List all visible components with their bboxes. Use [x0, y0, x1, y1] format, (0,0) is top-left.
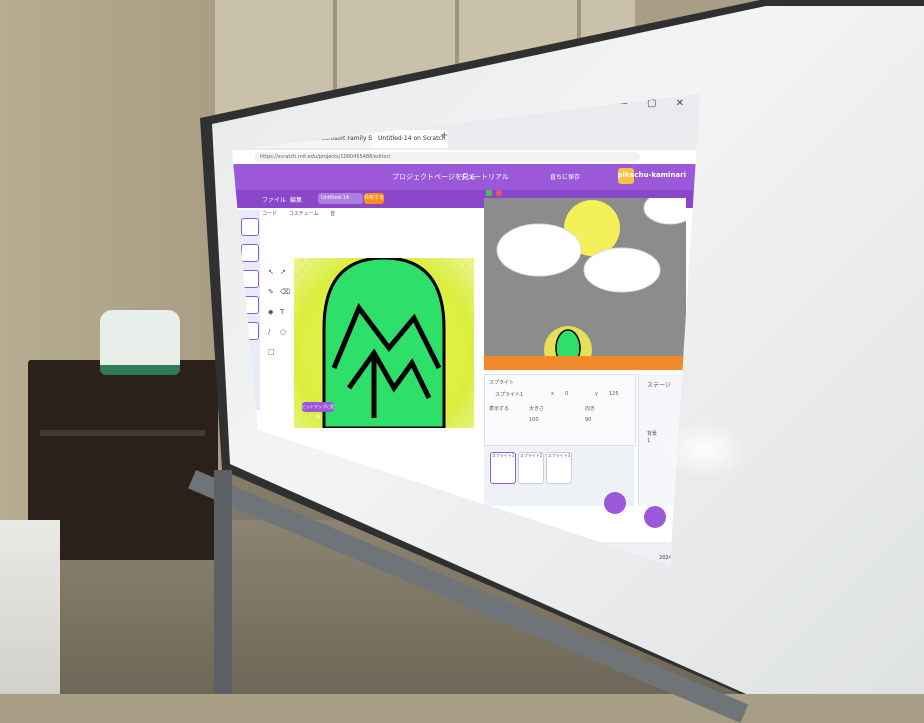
tab-sounds[interactable]: 音 [330, 211, 335, 217]
browser-tab-active[interactable]: Untitled-14 on Scratch [372, 130, 448, 148]
text-tool-icon[interactable]: T [280, 308, 284, 316]
select-tool-icon[interactable]: ↖ [268, 268, 274, 276]
editor-tabs: コード コスチューム 音 [262, 210, 462, 220]
x-label: x [551, 391, 554, 397]
cloud-shape [643, 198, 686, 225]
convert-bitmap-button[interactable]: ビットマップに変換 [302, 402, 334, 419]
projector-glare [660, 420, 750, 480]
sprite-name-input[interactable]: スプライト1 [495, 391, 523, 398]
cloud-shape [496, 223, 582, 277]
sprite-tile-selected[interactable]: スプライト1 [490, 452, 516, 484]
rect-tool-icon[interactable]: □ [268, 348, 275, 356]
fill-tool-icon[interactable]: ◆ [268, 308, 273, 316]
stage-scene [496, 198, 686, 370]
new-tab-button[interactable]: + [440, 130, 448, 141]
circle-tool-icon[interactable]: ○ [280, 328, 286, 336]
add-sprite-button[interactable] [604, 492, 626, 514]
tab-code[interactable]: コード [262, 211, 277, 217]
eraser-tool-icon[interactable]: ⌫ [280, 288, 290, 296]
stage-preview[interactable] [484, 198, 686, 370]
reshape-tool-icon[interactable]: ↗ [280, 268, 286, 276]
paint-toolbar [262, 222, 462, 262]
costume-thumbnail[interactable] [241, 218, 259, 236]
sprite-tile[interactable]: スプライト2 [518, 452, 544, 484]
x-input[interactable]: 0 [565, 391, 568, 397]
share-button[interactable]: 共有する [364, 193, 384, 204]
line-tool-icon[interactable]: / [268, 328, 270, 336]
sprite-info-panel: スプライト スプライト1 x 0 y 125 表示する 大きさ 100 向き 9… [484, 374, 636, 446]
paint-tools: ↖ ↗ ✎ ⌫ ◆ T / ○ □ [266, 264, 290, 414]
show-label: 表示する [489, 406, 510, 412]
bags-stack [0, 520, 60, 694]
sprite-tile[interactable]: スプライト3 [546, 452, 572, 484]
project-title-input[interactable]: Untitled-14 [318, 193, 363, 204]
brush-tool-icon[interactable]: ✎ [268, 288, 274, 296]
stop-icon[interactable] [496, 190, 502, 196]
tutorial-link[interactable]: チュートリアル [460, 172, 509, 182]
size-input[interactable]: 100 [529, 417, 539, 423]
stage-ground [484, 356, 686, 370]
sprite-label: スプライト [489, 380, 515, 386]
save-now-link[interactable]: 直ちに保存 [550, 172, 580, 181]
y-label: y [595, 391, 598, 397]
address-bar[interactable]: https://scratch.mit.edu/projects/1090455… [254, 152, 640, 162]
direction-input[interactable]: 90 [585, 417, 591, 423]
stand-leg [214, 470, 232, 694]
stage-controls [484, 190, 686, 198]
cabinet-shelf [40, 430, 205, 436]
backdrop-count: 1 [647, 438, 651, 444]
add-backdrop-button[interactable] [644, 506, 666, 528]
tote-bag [100, 310, 180, 375]
y-input[interactable]: 125 [609, 391, 619, 397]
backdrop-label: 背景 [647, 431, 658, 437]
size-label: 大きさ [529, 406, 545, 412]
username[interactable]: pikachu-kaminari [618, 171, 686, 179]
costume-thumbnail[interactable] [241, 244, 259, 262]
green-flag-icon[interactable] [486, 190, 492, 196]
direction-label: 向き [585, 406, 596, 412]
menu-file[interactable]: ファイル [262, 195, 286, 204]
menu-edit[interactable]: 編集 [290, 195, 302, 204]
tab-costumes[interactable]: コスチューム [289, 211, 319, 217]
stage-label: ステージ [647, 382, 671, 389]
cloud-shape [583, 247, 661, 293]
